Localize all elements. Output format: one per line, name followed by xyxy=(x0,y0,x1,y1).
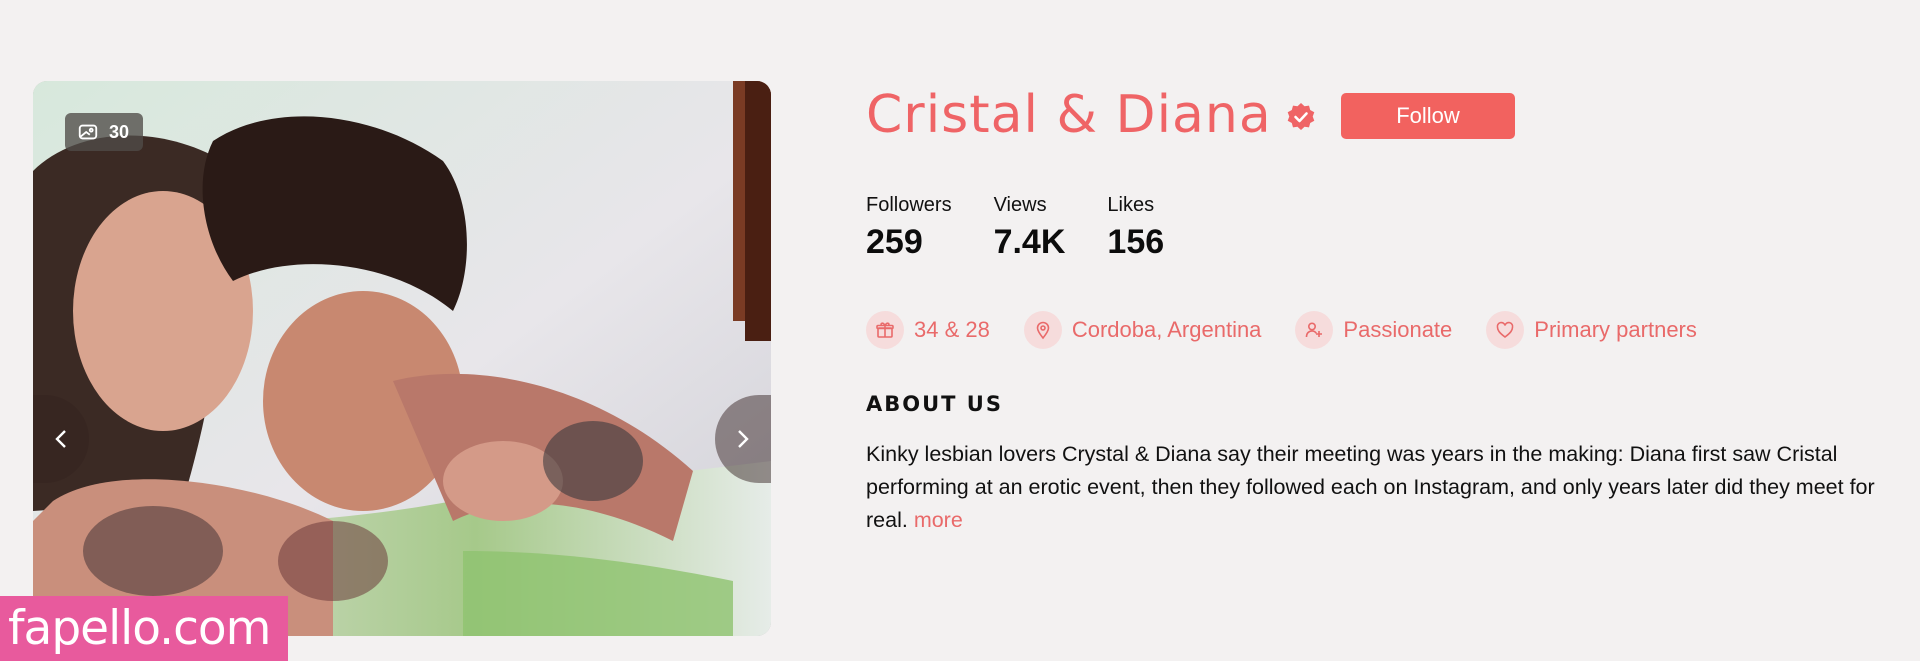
stat-label: Followers xyxy=(866,194,952,216)
site-watermark: fapello.com xyxy=(0,596,288,661)
stat-value: 156 xyxy=(1107,223,1165,261)
tag-personality: Passionate xyxy=(1295,311,1452,349)
stat-label: Likes xyxy=(1107,194,1155,216)
stat-value: 259 xyxy=(866,223,923,261)
location-pin-icon xyxy=(1023,311,1062,349)
profile-name: Cristal & Diana xyxy=(866,85,1272,145)
stat-views: Views 7.4K xyxy=(994,192,1066,264)
about-heading: ABOUT US xyxy=(866,392,1003,416)
tag-text: Primary partners xyxy=(1534,317,1697,342)
follow-button[interactable]: Follow xyxy=(1341,93,1515,139)
chevron-right-icon xyxy=(738,430,749,448)
profile-photo-card[interactable]: 30 xyxy=(33,81,771,636)
stat-likes: Likes 156 xyxy=(1107,192,1164,264)
about-text: Kinky lesbian lovers Crystal & Diana say… xyxy=(866,442,1875,532)
user-plus-icon xyxy=(1295,311,1334,349)
tag-text: Cordoba, Argentina xyxy=(1071,317,1262,342)
chevron-left-icon xyxy=(55,430,66,448)
profile-stats: Followers 259 Views 7.4K Likes 156 xyxy=(866,192,1206,264)
stat-followers: Followers 259 xyxy=(866,192,952,264)
photo-count-value: 30 xyxy=(109,121,130,142)
profile-photo[interactable] xyxy=(33,81,771,636)
photo-stack-icon xyxy=(78,124,98,140)
heart-icon xyxy=(1486,311,1525,349)
stat-label: Views xyxy=(993,194,1047,216)
tag-text: 34 & 28 xyxy=(914,317,990,342)
profile-tags: 34 & 28 Cordoba, Argentina Passionate Pr… xyxy=(866,311,1731,349)
about-description: Kinky lesbian lovers Crystal & Diana say… xyxy=(866,438,1876,537)
photo-count-badge: 30 xyxy=(65,113,144,151)
tag-relationship: Primary partners xyxy=(1486,311,1697,349)
verified-badge-icon xyxy=(1287,103,1315,130)
tag-age: 34 & 28 xyxy=(866,311,990,349)
tag-text: Passionate xyxy=(1343,317,1453,342)
more-link[interactable]: more xyxy=(914,508,963,532)
stat-value: 7.4K xyxy=(993,223,1066,261)
gift-icon xyxy=(866,311,904,349)
tag-location: Cordoba, Argentina xyxy=(1023,311,1262,349)
profile-header: Cristal & Diana xyxy=(866,80,1316,150)
